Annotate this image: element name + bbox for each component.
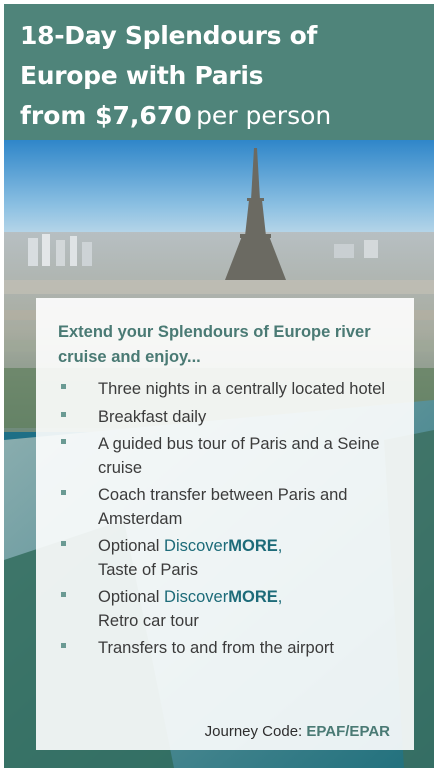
title-line-1: 18-Day Splendours of	[20, 21, 318, 50]
bullet-icon	[61, 439, 66, 444]
bullet-icon	[61, 643, 66, 648]
promo-card: 18-Day Splendours of Europe with Paris f…	[4, 4, 434, 768]
list-item: Breakfast daily	[58, 406, 394, 430]
info-card: Extend your Splendours of Europe river c…	[36, 298, 414, 750]
discover-more-brand: DiscoverMORE	[164, 588, 278, 606]
discover-more-brand: DiscoverMORE	[164, 537, 278, 555]
bullet-icon	[61, 490, 66, 495]
title-line-2: Europe with Paris	[20, 61, 264, 90]
journey-code-label: Journey Code:	[204, 723, 303, 740]
list-item: Transfers to and from the airport	[58, 637, 394, 661]
bullet-icon	[61, 541, 66, 546]
list-item: Three nights in a centrally located hote…	[58, 378, 394, 402]
list-item: Coach transfer between Paris and Amsterd…	[58, 484, 394, 531]
list-item: Optional DiscoverMORE, Taste of Paris	[58, 535, 394, 582]
header-band: 18-Day Splendours of Europe with Paris f…	[4, 4, 434, 140]
price-line: from $7,670 per person	[20, 96, 418, 140]
card-intro: Extend your Splendours of Europe river c…	[58, 323, 371, 366]
list-item: A guided bus tour of Paris and a Seine c…	[58, 433, 394, 480]
price: from $7,670	[20, 101, 192, 130]
price-suffix: per person	[196, 101, 332, 130]
journey-code: Journey Code: EPAF/EPAR	[205, 723, 390, 740]
benefits-list: Three nights in a centrally located hote…	[58, 378, 394, 661]
list-item: Optional DiscoverMORE, Retro car tour	[58, 586, 394, 633]
bullet-icon	[61, 592, 66, 597]
bullet-icon	[61, 384, 66, 389]
journey-code-value: EPAF/EPAR	[306, 723, 390, 740]
bullet-icon	[61, 411, 66, 417]
